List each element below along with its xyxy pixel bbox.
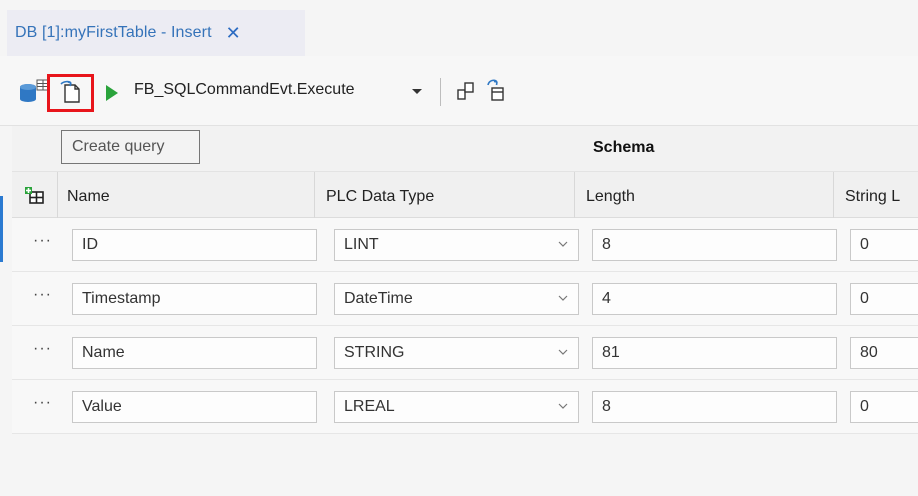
- command-selector-label[interactable]: FB_SQLCommandEvt.Execute: [134, 81, 355, 99]
- length-field[interactable]: 4: [592, 283, 837, 315]
- create-query-icon: [59, 80, 80, 103]
- column-header-name[interactable]: Name: [67, 188, 110, 206]
- run-icon[interactable]: [103, 82, 121, 104]
- schema-label: Schema: [593, 139, 655, 156]
- create-query-button[interactable]: [47, 74, 94, 112]
- chevron-down-icon[interactable]: [407, 82, 427, 102]
- data-type-select[interactable]: DateTime: [334, 283, 579, 315]
- string-length-field[interactable]: 0: [850, 229, 918, 261]
- data-type-select[interactable]: LINT: [334, 229, 579, 261]
- length-field[interactable]: 8: [592, 391, 837, 423]
- row-menu-icon[interactable]: ···: [33, 286, 52, 304]
- left-accent-bar: [0, 196, 3, 262]
- column-header-plc-data-type[interactable]: PLC Data Type: [326, 188, 434, 206]
- close-icon[interactable]: ✕: [226, 24, 241, 42]
- column-divider: [57, 172, 58, 218]
- name-field[interactable]: ID: [72, 229, 317, 261]
- row-menu-icon[interactable]: ···: [33, 232, 52, 250]
- string-length-field[interactable]: 0: [850, 283, 918, 315]
- column-divider[interactable]: [314, 172, 315, 218]
- copy-structure-icon[interactable]: [454, 78, 478, 104]
- table-row: ··· ID LINT 8 0: [12, 218, 918, 272]
- toolbar-separator: [440, 78, 441, 106]
- tab-title: DB [1]:myFirstTable - Insert: [15, 24, 212, 41]
- length-field[interactable]: 8: [592, 229, 837, 261]
- data-type-select[interactable]: STRING: [334, 337, 579, 369]
- column-divider[interactable]: [574, 172, 575, 218]
- string-length-field[interactable]: 0: [850, 391, 918, 423]
- column-header-length[interactable]: Length: [586, 188, 635, 206]
- row-menu-icon[interactable]: ···: [33, 340, 52, 358]
- name-field[interactable]: Value: [72, 391, 317, 423]
- table-empty-area: [12, 434, 918, 496]
- chevron-down-icon: [558, 295, 568, 301]
- table-row: ··· Timestamp DateTime 4 0: [12, 272, 918, 326]
- chevron-down-icon: [558, 403, 568, 409]
- column-divider[interactable]: [833, 172, 834, 218]
- tooltip: Create query: [61, 130, 200, 164]
- data-type-select[interactable]: LREAL: [334, 391, 579, 423]
- chevron-down-icon: [558, 241, 568, 247]
- table-row: ··· Name STRING 81 80: [12, 326, 918, 380]
- refresh-structure-icon[interactable]: [484, 76, 510, 104]
- name-field[interactable]: Name: [72, 337, 317, 369]
- tab-strip: DB [1]:myFirstTable - Insert ✕: [0, 0, 918, 56]
- name-field[interactable]: Timestamp: [72, 283, 317, 315]
- column-header-row: [12, 172, 918, 218]
- row-menu-icon[interactable]: ···: [33, 394, 52, 412]
- string-length-field[interactable]: 80: [850, 337, 918, 369]
- tab-insert[interactable]: DB [1]:myFirstTable - Insert ✕: [7, 10, 305, 56]
- column-header-string-length[interactable]: String L: [845, 188, 900, 206]
- tooltip-text: Create query: [72, 138, 165, 155]
- add-row-icon[interactable]: [24, 186, 46, 206]
- table-row: ··· Value LREAL 8 0: [12, 380, 918, 434]
- length-field[interactable]: 81: [592, 337, 837, 369]
- chevron-down-icon: [558, 349, 568, 355]
